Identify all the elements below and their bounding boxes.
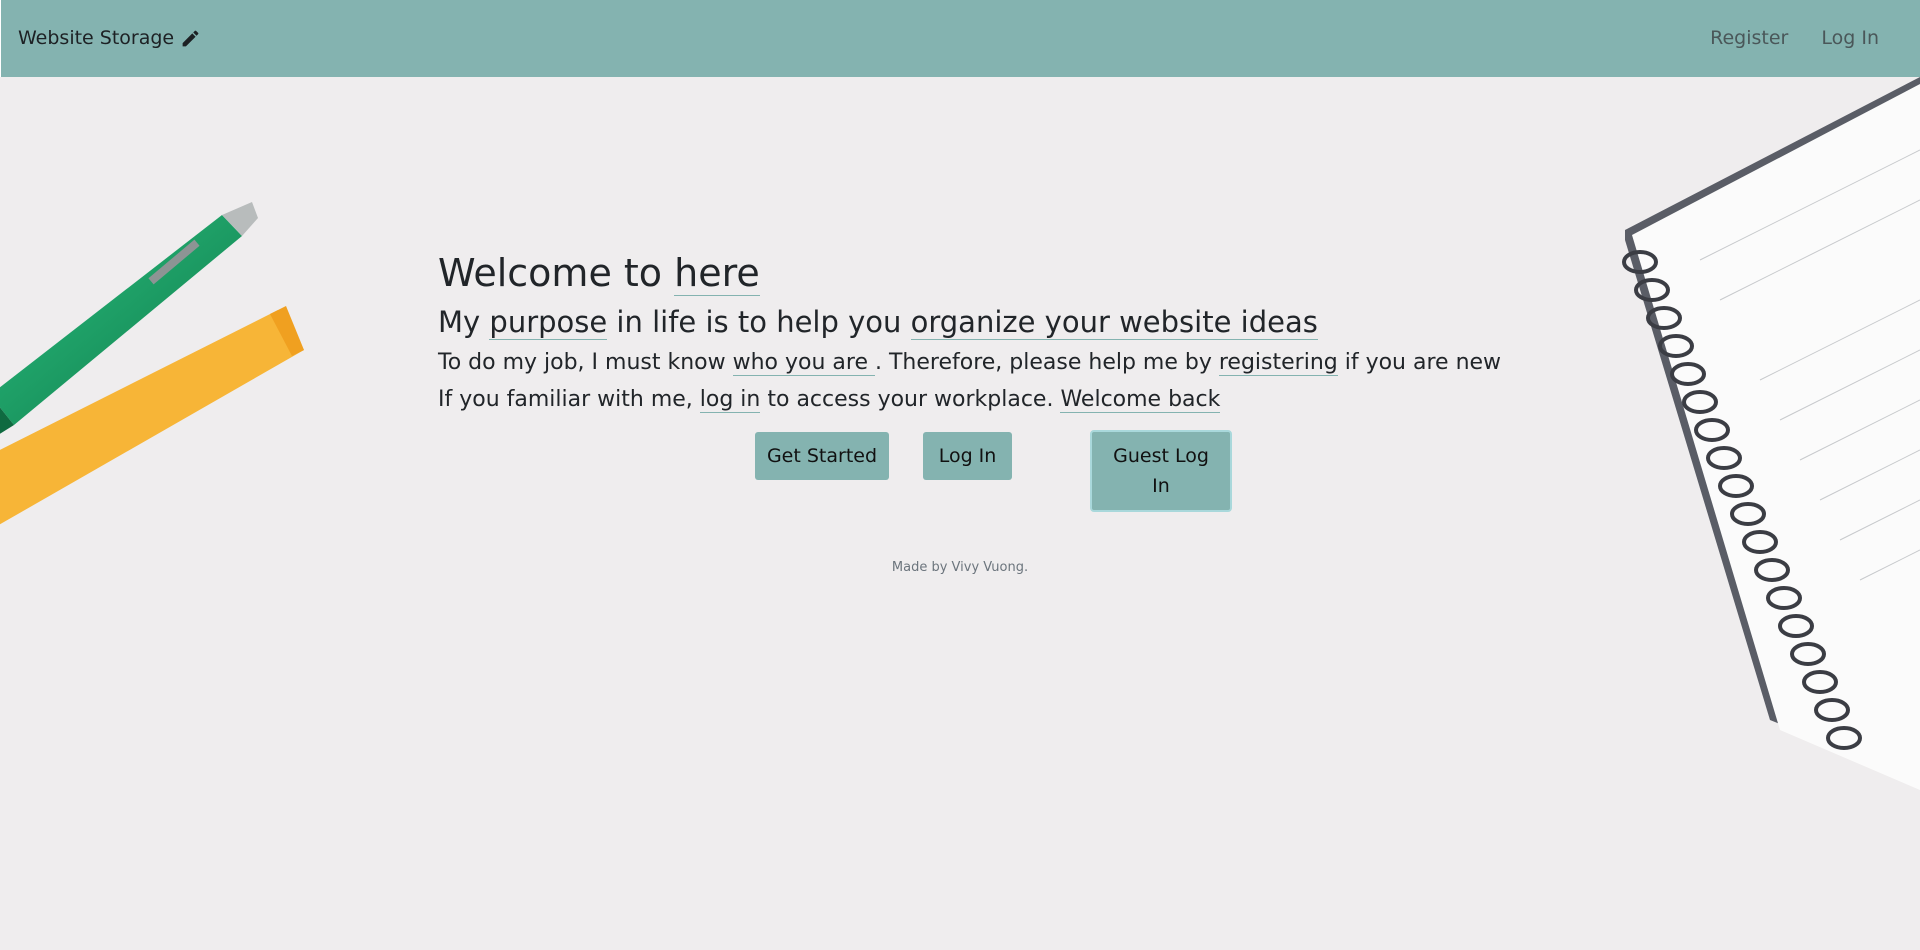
footer-credit: Made by Vivy Vuong. — [891, 560, 1029, 575]
guest-log-in-button[interactable]: Guest Log In — [1090, 430, 1232, 512]
hero-title-text: Welcome to — [438, 251, 675, 295]
log-in-link[interactable]: log in — [699, 387, 761, 413]
welcome-back-link[interactable]: Welcome back — [1060, 387, 1221, 413]
log-in-button[interactable]: Log In — [923, 432, 1012, 480]
nav-login-link[interactable]: Log In — [1821, 27, 1879, 49]
nav-links: Register Log In — [1710, 27, 1879, 49]
hero-content: Welcome to here My purpose in life is to… — [438, 246, 1538, 418]
brand-label: Website Storage — [18, 27, 175, 49]
line2-text-1: If you familiar with me, — [438, 387, 700, 412]
intro-line-1: To do my job, I must know who you are . … — [438, 344, 1538, 381]
hero-subtitle: My purpose in life is to help you organi… — [438, 300, 1538, 344]
line1-text-3: if you are new — [1337, 350, 1502, 375]
line1-text-1: To do my job, I must know — [438, 350, 733, 375]
hero-title: Welcome to here — [438, 246, 1538, 300]
line2-text-2: to access your workplace. — [760, 387, 1061, 412]
purpose-link[interactable]: purpose — [489, 305, 608, 340]
line1-text-2: . Therefore, please help me by — [875, 350, 1219, 375]
brand-link[interactable]: Website Storage — [18, 27, 201, 49]
subtitle-text-2: in life is to help you — [607, 305, 911, 339]
intro-line-2: If you familiar with me, log in to acces… — [438, 381, 1538, 418]
nav-register-link[interactable]: Register — [1710, 27, 1788, 49]
pencil-icon — [182, 30, 199, 46]
here-link[interactable]: here — [674, 251, 760, 296]
registering-link[interactable]: registering — [1218, 350, 1338, 376]
pencil-illustration — [0, 306, 304, 525]
organize-ideas-link[interactable]: organize your website ideas — [910, 305, 1318, 340]
subtitle-text-1: My — [438, 305, 490, 339]
get-started-button[interactable]: Get Started — [755, 432, 889, 480]
pen-illustration — [0, 202, 258, 434]
who-you-are-link[interactable]: who you are — [732, 350, 875, 376]
top-navbar: Website Storage Register Log In — [0, 0, 1920, 77]
notebook-illustration — [1622, 77, 1920, 790]
